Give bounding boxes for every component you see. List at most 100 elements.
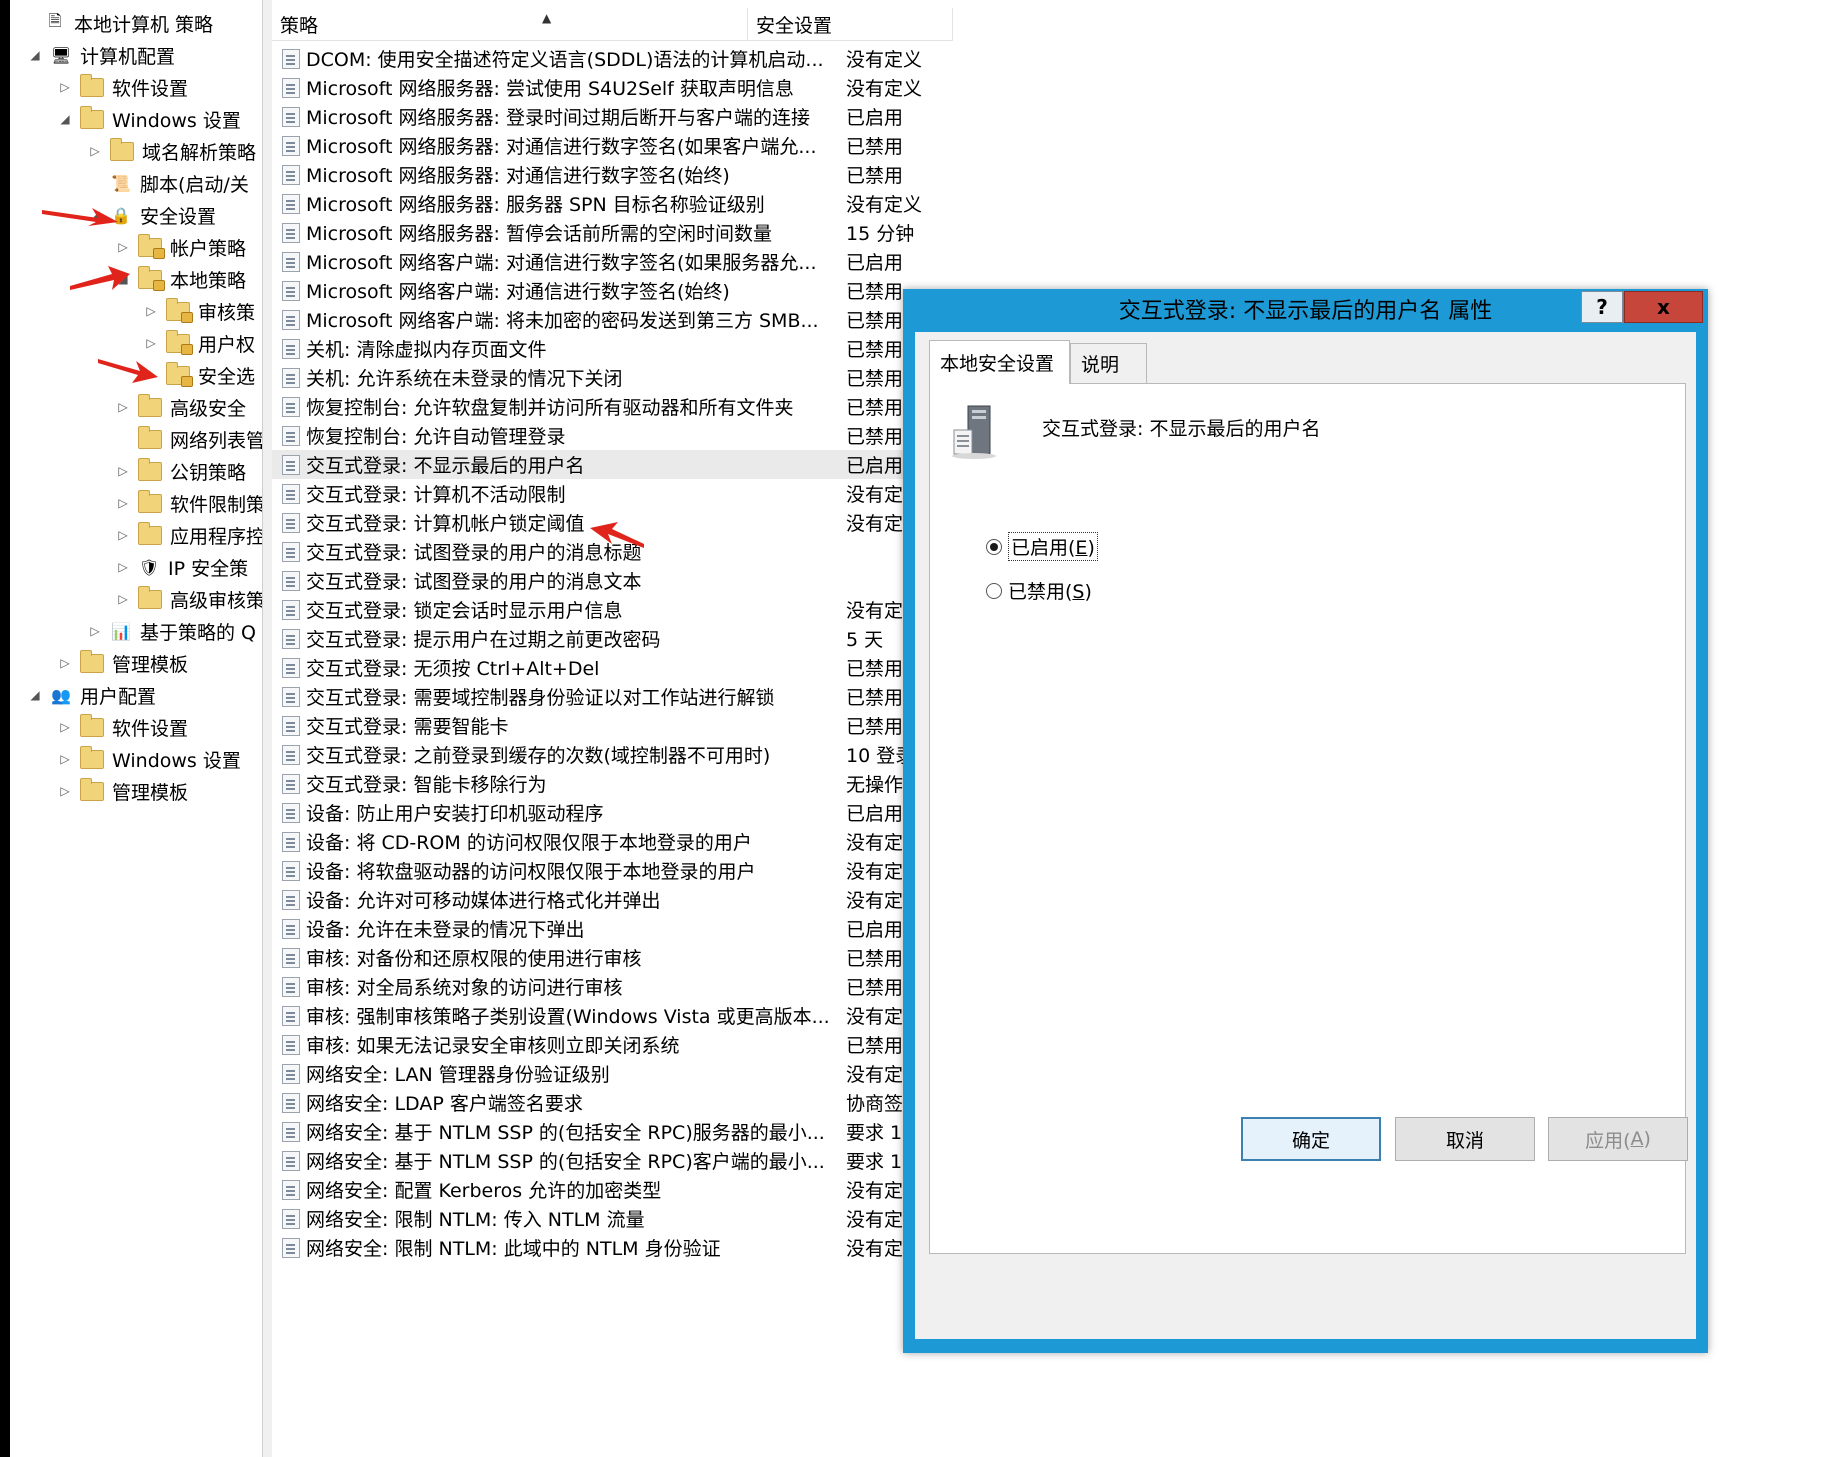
collapsed-arrow-icon[interactable]: ▷ <box>144 336 158 350</box>
table-row[interactable]: DCOM: 使用安全描述符定义语言(SDDL)语法的计算机启动... 没有定义 <box>272 44 1372 73</box>
policy-name-cell: 设备: 将软盘驱动器的访问权限仅限于本地登录的用户 <box>306 861 756 883</box>
table-row[interactable]: Microsoft 网络服务器: 登录时间过期后断开与客户端的连接 已启用 <box>272 102 1372 131</box>
disabled-option[interactable]: 已禁用(S) <box>986 577 1092 604</box>
tree-item[interactable]: ▷ 📊 基于策略的 Q <box>88 616 256 646</box>
policy-item-icon <box>282 773 300 794</box>
tree-item[interactable]: ▷ 域名解析策略 <box>88 136 256 166</box>
tree-item[interactable]: ▷ 软件设置 <box>58 712 188 742</box>
tree-item[interactable]: ◢ 🔒 安全设置 <box>88 200 216 230</box>
policy-item-icon <box>282 570 300 591</box>
expanded-arrow-icon[interactable]: ◢ <box>28 688 42 702</box>
collapsed-arrow-icon[interactable]: ▷ <box>88 144 102 158</box>
tree-item[interactable]: ◢ 🖥 计算机配置 <box>28 40 175 70</box>
tree-item[interactable]: ◢ 本地策略 <box>116 264 246 294</box>
list-header: 策略 ▲ 安全设置 <box>272 8 1847 42</box>
collapsed-arrow-icon[interactable]: ▷ <box>116 560 130 574</box>
ok-button[interactable]: 确定 <box>1241 1117 1381 1161</box>
folder-icon <box>110 137 134 161</box>
tree-item-label: 审核策 <box>198 301 256 324</box>
policy-name-cell: 交互式登录: 无须按 Ctrl+Alt+Del <box>306 658 600 680</box>
policy-name-cell: 设备: 允许对可移动媒体进行格式化并弹出 <box>306 890 661 912</box>
table-row[interactable]: Microsoft 网络服务器: 尝试使用 S4U2Self 获取声明信息 没有定… <box>272 73 1372 102</box>
policy-name-cell: 关机: 清除虚拟内存页面文件 <box>306 339 547 361</box>
policy-item-icon <box>282 1092 300 1113</box>
lock-folder-icon <box>138 265 165 291</box>
policy-item-icon <box>282 889 300 910</box>
tree-item[interactable]: ▷ 高级审核策 <box>116 584 262 614</box>
expanded-arrow-icon[interactable]: ◢ <box>88 208 102 222</box>
collapsed-arrow-icon[interactable]: ▷ <box>144 304 158 318</box>
tree-item[interactable]: ▷ 软件限制策 <box>116 488 262 518</box>
collapsed-arrow-icon[interactable]: ▷ <box>88 624 102 638</box>
policy-setting-cell: 已启用 <box>846 803 904 825</box>
tree-item[interactable]: 安全选 <box>144 360 255 390</box>
disabled-label[interactable]: 已禁用(S) <box>1008 577 1092 604</box>
tab-explain[interactable]: 说明 <box>1070 343 1147 383</box>
tree-item[interactable]: 网络列表管 <box>116 424 262 454</box>
tree-item[interactable]: ▷ 软件设置 <box>58 72 188 102</box>
folder-icon <box>80 745 104 769</box>
tree-item[interactable]: 📜 脚本(启动/关 <box>88 168 249 198</box>
policy-item-icon <box>282 425 300 446</box>
collapsed-arrow-icon[interactable]: ▷ <box>116 240 130 254</box>
collapsed-arrow-icon[interactable]: ▷ <box>58 80 72 94</box>
server-policy-icon <box>952 405 996 459</box>
collapsed-arrow-icon[interactable]: ▷ <box>116 592 130 606</box>
tree-item[interactable]: ▷ 🛡 IP 安全策 <box>116 552 248 582</box>
tree-item[interactable]: ▷ 应用程序控 <box>116 520 262 550</box>
tree-item-label: 管理模板 <box>112 781 189 804</box>
column-header-policy[interactable]: 策略 ▲ <box>272 8 748 41</box>
tree-item[interactable]: ▷ 管理模板 <box>58 776 188 806</box>
enabled-label[interactable]: 已启用(E) <box>1008 532 1098 561</box>
table-row[interactable]: Microsoft 网络客户端: 对通信进行数字签名(如果服务器允... 已启用 <box>272 247 1372 276</box>
tree-item[interactable]: ▷ 用户权 <box>144 328 255 358</box>
policy-name-cell: Microsoft 网络服务器: 对通信进行数字签名(始终) <box>306 165 730 187</box>
column-header-setting[interactable]: 安全设置 <box>748 8 953 41</box>
dialog-body: 本地安全设置 说明 交互式登录: 不显示最后的用户名 已启用(E) 已禁用(S) <box>915 332 1696 1339</box>
collapsed-arrow-icon[interactable]: ▷ <box>58 784 72 798</box>
table-row[interactable]: Microsoft 网络服务器: 对通信进行数字签名(如果客户端允... 已禁用 <box>272 131 1372 160</box>
tab-local-security-setting[interactable]: 本地安全设置 <box>929 340 1070 384</box>
policy-setting-cell: 已禁用 <box>846 281 904 303</box>
policy-setting-cell: 已禁用 <box>846 368 904 390</box>
disabled-radio[interactable] <box>986 582 1002 599</box>
tree-item[interactable]: ▷ 帐户策略 <box>116 232 246 262</box>
bar-chart-icon: 📊 <box>111 621 131 641</box>
collapsed-arrow-icon[interactable]: ▷ <box>116 400 130 414</box>
lock-folder-icon <box>166 329 193 355</box>
expanded-arrow-icon[interactable]: ◢ <box>116 272 130 286</box>
expanded-arrow-icon[interactable]: ◢ <box>28 48 42 62</box>
tree-item[interactable]: ▷ 审核策 <box>144 296 255 326</box>
collapsed-arrow-icon[interactable]: ▷ <box>116 464 130 478</box>
enabled-option[interactable]: 已启用(E) <box>986 532 1098 561</box>
policy-setting-cell: 15 分钟 <box>846 223 915 245</box>
collapsed-arrow-icon[interactable]: ▷ <box>58 720 72 734</box>
tree-item[interactable]: ▷ 高级安全 <box>116 392 246 422</box>
table-row[interactable]: Microsoft 网络服务器: 服务器 SPN 目标名称验证级别 没有定义 <box>272 189 1372 218</box>
tree-item[interactable]: ▷ Windows 设置 <box>58 744 241 774</box>
tree-item[interactable]: ◢ 👥 用户配置 <box>28 680 156 710</box>
close-button[interactable]: x <box>1624 291 1703 323</box>
tree-item[interactable]: 🗎 本地计算机 策略 <box>22 8 213 38</box>
table-row[interactable]: Microsoft 网络服务器: 对通信进行数字签名(始终) 已禁用 <box>272 160 1372 189</box>
expanded-arrow-icon[interactable]: ◢ <box>58 112 72 126</box>
policy-setting-cell: 已禁用 <box>846 136 904 158</box>
collapsed-arrow-icon[interactable]: ▷ <box>58 656 72 670</box>
collapsed-arrow-icon[interactable]: ▷ <box>116 528 130 542</box>
policy-item-icon <box>282 628 300 649</box>
folder-icon <box>138 585 162 609</box>
help-button[interactable]: ? <box>1581 291 1623 323</box>
collapsed-arrow-icon[interactable]: ▷ <box>58 752 72 766</box>
table-row[interactable]: Microsoft 网络服务器: 暂停会话前所需的空闲时间数量 15 分钟 <box>272 218 1372 247</box>
policy-item-icon <box>282 686 300 707</box>
tree-item-label: 脚本(启动/关 <box>140 173 249 196</box>
tree-item[interactable]: ▷ 管理模板 <box>58 648 188 678</box>
cancel-button[interactable]: 取消 <box>1395 1117 1535 1161</box>
tree-item-label: 软件设置 <box>112 77 189 100</box>
tree-item[interactable]: ◢ Windows 设置 <box>58 104 241 134</box>
collapsed-arrow-icon[interactable]: ▷ <box>116 496 130 510</box>
tree-item[interactable]: ▷ 公钥策略 <box>116 456 246 486</box>
policy-name-cell: 关机: 允许系统在未登录的情况下关闭 <box>306 368 623 390</box>
policy-setting-cell: 没有定义 <box>846 78 923 100</box>
enabled-radio[interactable] <box>986 538 1002 555</box>
